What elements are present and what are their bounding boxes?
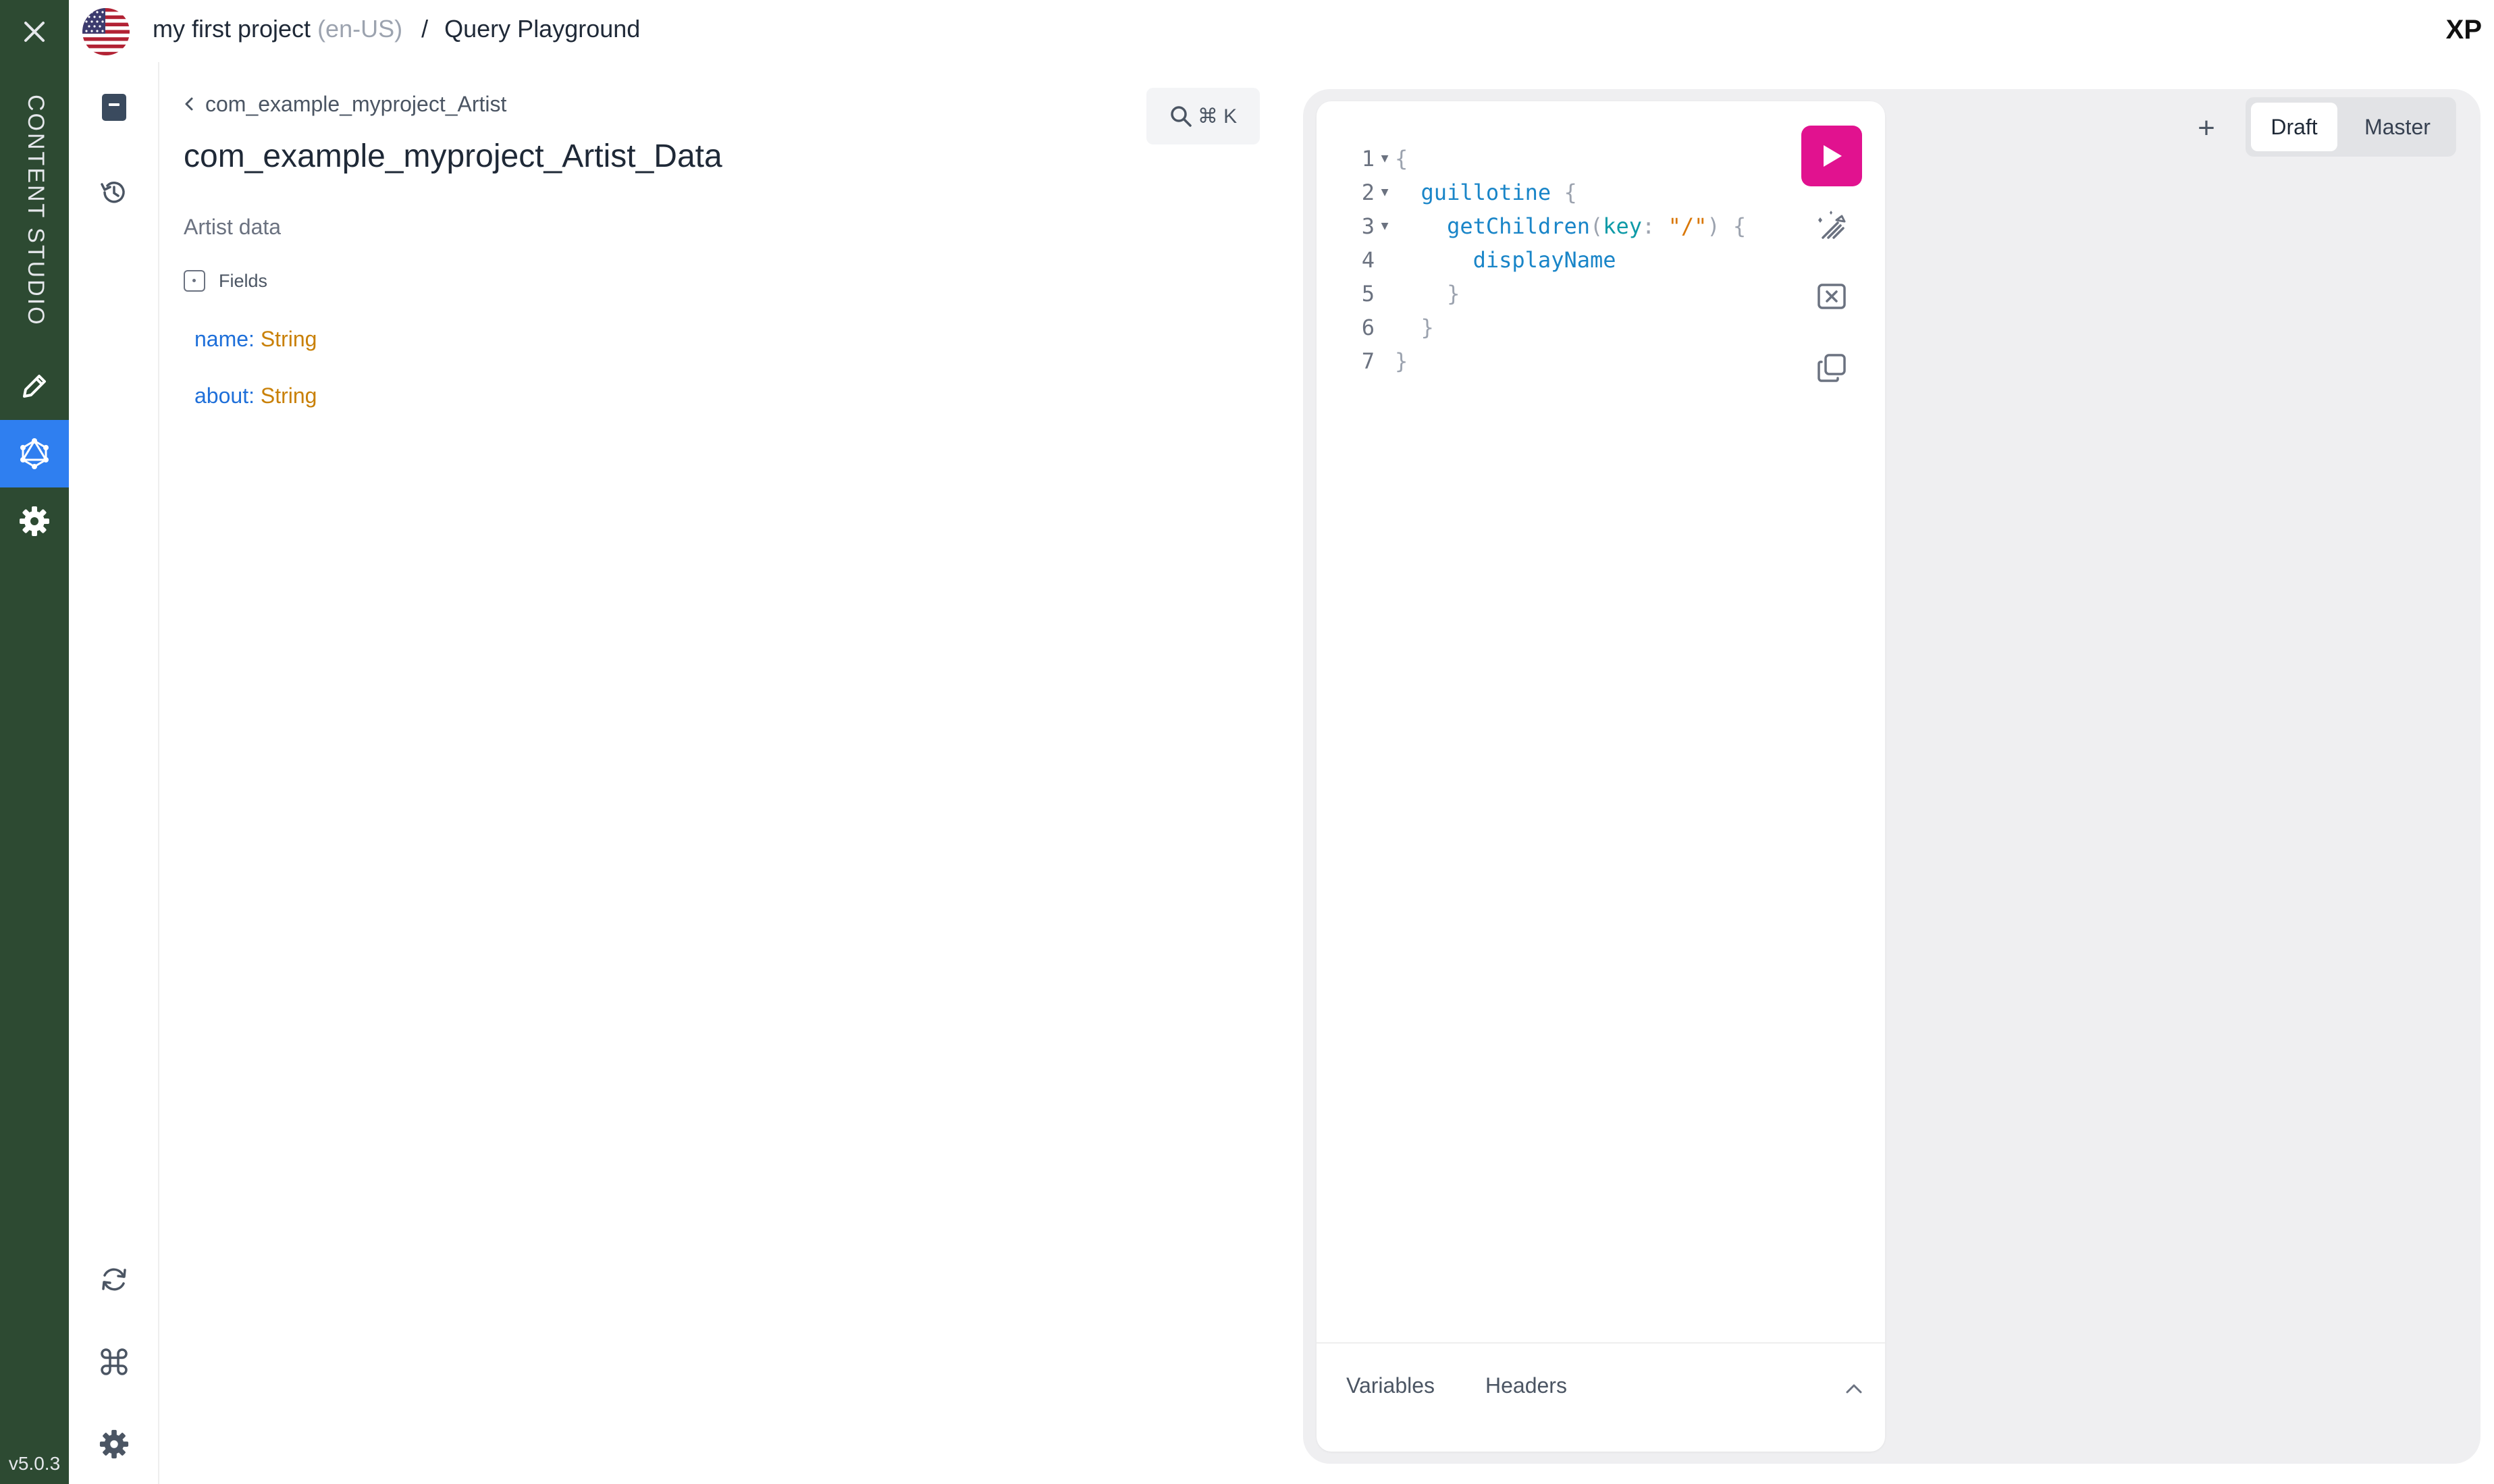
doc-back-link[interactable]: com_example_myproject_Artist — [184, 92, 506, 117]
doc-type-description: Artist data — [184, 215, 282, 239]
xp-logo: XP — [2445, 15, 2482, 45]
breadcrumb-separator: / — [421, 15, 429, 43]
code-line: 2 ▼ guillotine { — [1344, 176, 1746, 209]
prettify-button[interactable] — [1809, 203, 1854, 247]
field-name-link[interactable]: name — [194, 327, 248, 351]
graphql-icon — [20, 438, 49, 469]
query-workspace: 1 ▼{ 2 ▼ guillotine { 3 ▼ getChildren(key: … — [1303, 89, 2480, 1464]
docs-button[interactable] — [90, 84, 138, 131]
code-line: 7} — [1361, 348, 1408, 374]
code-line: 6 } — [1361, 315, 1434, 340]
fold-arrow-icon[interactable]: ▼ — [1375, 176, 1395, 209]
code-line: 5 } — [1361, 281, 1460, 307]
doc-field-row: name: String — [194, 327, 317, 351]
pencil-icon — [23, 375, 46, 398]
doc-type-title: com_example_myproject_Artist_Data — [184, 138, 722, 174]
branch-option-master[interactable]: Master — [2344, 103, 2451, 151]
copy-icon — [1818, 354, 1846, 382]
doc-field-row: about: String — [194, 383, 317, 408]
gear-icon — [20, 506, 49, 536]
app-version: v5.0.3 — [8, 1453, 61, 1474]
run-query-button[interactable] — [1801, 126, 1862, 186]
shortcuts-button[interactable] — [90, 1338, 138, 1385]
doc-back-label: com_example_myproject_Artist — [205, 92, 507, 116]
merge-fragments-button[interactable] — [1809, 274, 1854, 319]
query-editor-card: 1 ▼{ 2 ▼ guillotine { 3 ▼ getChildren(key: … — [1317, 101, 1885, 1452]
breadcrumb-project[interactable]: my first project — [153, 15, 311, 43]
play-icon — [1824, 145, 1842, 167]
breadcrumb-language: (en-US) — [317, 15, 403, 43]
code-line: 3 ▼ getChildren(key: "/") { — [1344, 209, 1746, 243]
field-name-link[interactable]: about — [194, 383, 248, 408]
doc-explorer: com_example_myproject_Artist com_example… — [159, 62, 1267, 1484]
breadcrumb-page: Query Playground — [444, 15, 641, 43]
tab-headers[interactable]: Headers — [1485, 1373, 1567, 1398]
merge-icon — [1818, 284, 1846, 309]
chevron-left-icon — [184, 92, 194, 117]
gear-icon — [99, 1429, 129, 1459]
us-flag-icon[interactable] — [82, 8, 130, 55]
code-line: 1 ▼{ — [1344, 142, 1746, 176]
rail-item-graphql[interactable] — [0, 420, 69, 487]
fold-arrow-icon[interactable]: ▼ — [1375, 142, 1395, 176]
doc-fields-header: Fields — [184, 270, 267, 292]
add-tab-button[interactable]: + — [2186, 108, 2227, 149]
top-bar: my first project (en-US) / Query Playgro… — [69, 0, 2494, 62]
refetch-schema-button[interactable] — [90, 1256, 138, 1303]
code-line: 4 displayName — [1361, 247, 1616, 273]
fields-icon — [184, 270, 205, 292]
history-button[interactable] — [90, 169, 138, 216]
field-type-link[interactable]: String — [261, 327, 317, 351]
field-type-link[interactable]: String — [261, 383, 317, 408]
chevron-up-icon[interactable] — [1840, 1379, 1867, 1399]
docs-icon — [102, 94, 126, 121]
editor-tools-footer: Variables Headers — [1317, 1342, 1885, 1452]
command-icon — [101, 1348, 128, 1375]
rail-item-settings[interactable] — [0, 487, 69, 555]
fold-arrow-icon[interactable]: ▼ — [1375, 209, 1395, 243]
search-shortcut-label: ⌘ K — [1197, 105, 1238, 128]
copy-query-button[interactable] — [1809, 346, 1854, 390]
doc-fields-label: Fields — [219, 270, 268, 291]
doc-search-button[interactable]: ⌘ K — [1146, 88, 1260, 144]
query-editor[interactable]: 1 ▼{ 2 ▼ guillotine { 3 ▼ getChildren(key: … — [1344, 142, 1746, 378]
search-icon — [1171, 106, 1192, 127]
branch-option-draft[interactable]: Draft — [2251, 103, 2337, 151]
rail-item-edit[interactable] — [0, 352, 69, 420]
tab-variables[interactable]: Variables — [1346, 1373, 1435, 1398]
main-rail: CONTENT STUDIO v5.0.3 — [0, 0, 69, 1484]
close-icon[interactable] — [18, 15, 51, 49]
branch-toggle: Draft Master — [2246, 97, 2456, 157]
rail-app-title: CONTENT STUDIO — [23, 95, 49, 327]
prettify-icon — [1818, 211, 1846, 239]
settings-button[interactable] — [90, 1421, 138, 1468]
breadcrumb: my first project (en-US) / Query Playgro… — [153, 15, 640, 43]
graphiql-sidebar — [69, 62, 159, 1484]
history-icon — [101, 182, 125, 203]
refresh-icon — [102, 1268, 126, 1291]
